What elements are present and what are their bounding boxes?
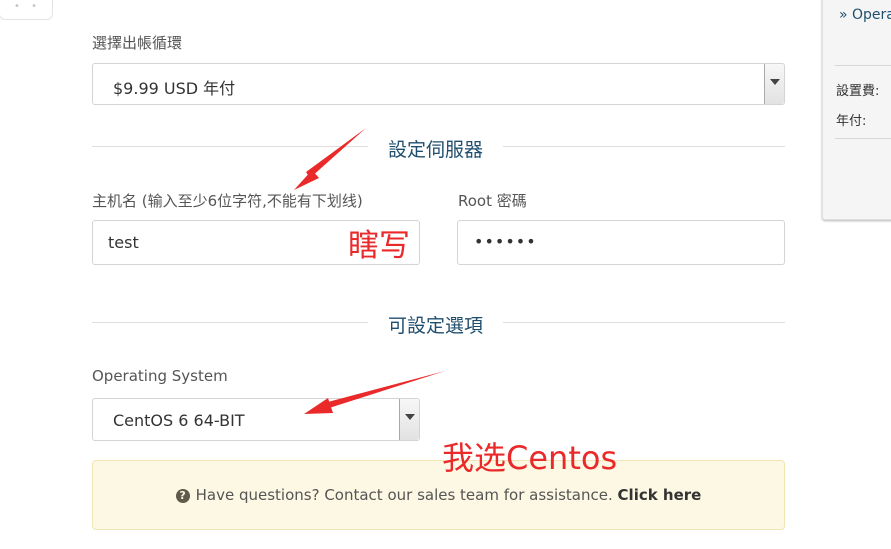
arrow-to-hostname-icon [294, 128, 366, 190]
arrow-to-os-icon [304, 371, 445, 414]
os-annotation: 我选Centos [442, 439, 618, 477]
hostname-annotation: 瞎写 [348, 228, 410, 264]
